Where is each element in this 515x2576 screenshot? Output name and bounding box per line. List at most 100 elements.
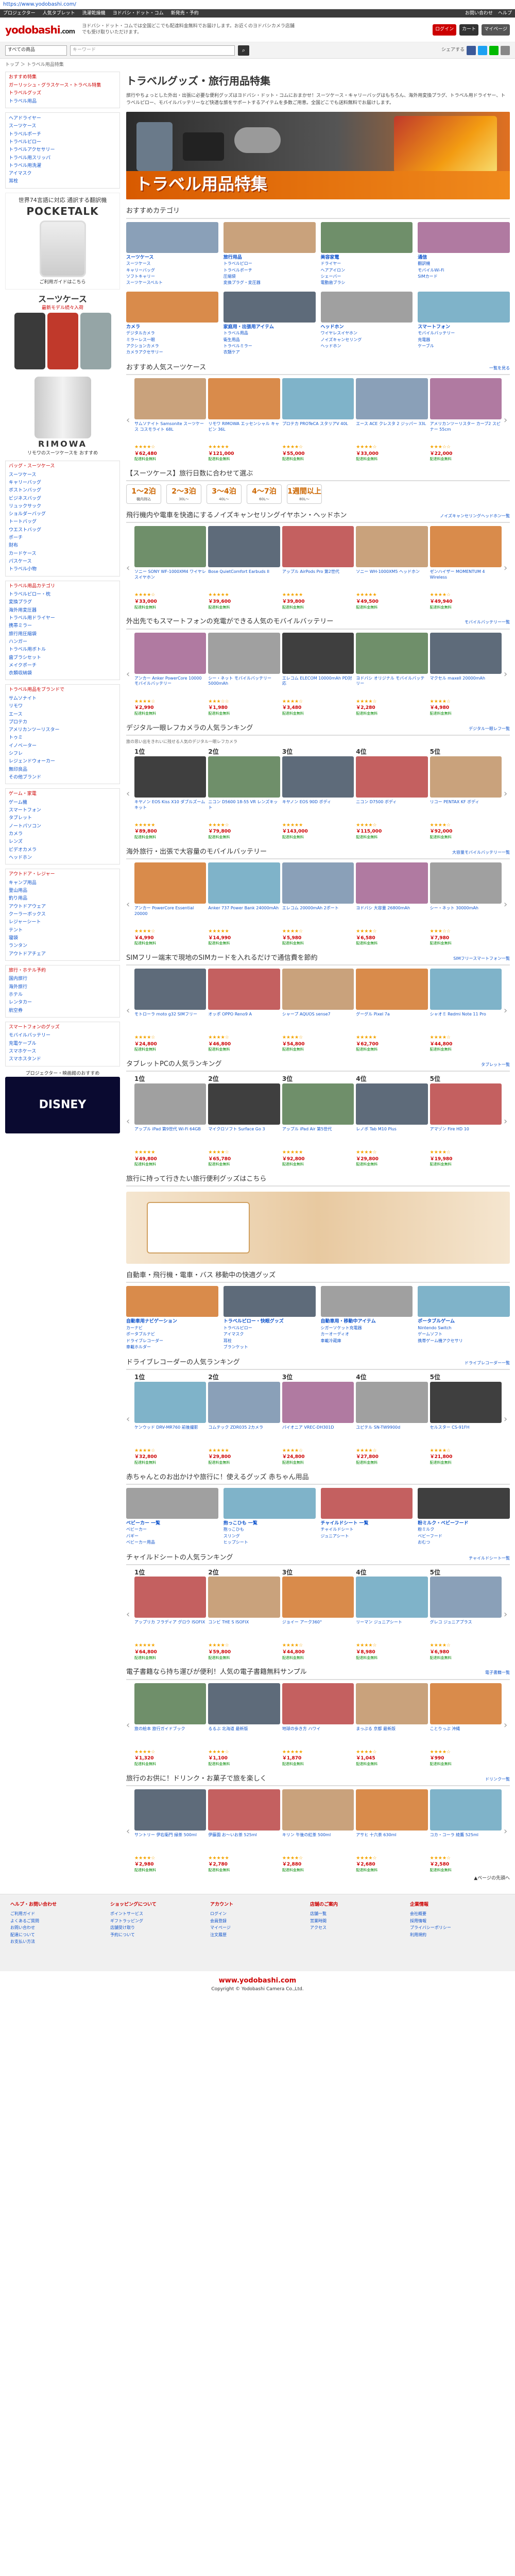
sidebar-link[interactable]: ゲーム機 <box>9 799 116 807</box>
product-name[interactable]: 旅の絵本 旅行ガイドブック <box>134 1726 206 1749</box>
product-name[interactable]: ケンウッド DRV-MR760 前後撮影 <box>134 1425 206 1448</box>
sidebar-link[interactable]: 寝袋 <box>9 935 116 942</box>
disney-ad[interactable]: プロジェクター・映画館のおすすめ DISNEY <box>5 1071 120 1134</box>
sidebar-link[interactable]: キャンプ用品 <box>9 879 116 887</box>
sidebar-link[interactable]: リモワ <box>9 703 116 710</box>
pocketalk-ad[interactable]: 世界74言語に対応 通訳する翻訳機 POCKETALK ご利用ガイドはこちら <box>5 192 120 290</box>
product-name[interactable]: マクセル maxell 20000mAh <box>430 676 502 699</box>
category-link[interactable]: ゲームソフト <box>418 1331 510 1337</box>
sidebar-link[interactable]: 国内旅行 <box>9 975 116 983</box>
category-link[interactable]: 衣類ケア <box>224 349 316 355</box>
product-card[interactable]: 旅の絵本 旅行ガイドブック ★★★★☆ ￥1,320 配達料金無料 <box>134 1683 207 1767</box>
category-link[interactable]: モバイルバッテリー <box>418 330 510 336</box>
category-card[interactable]: トラベルピロー・快眠グッズ トラベルピロー アイマスク 耳栓 ブランケット <box>223 1286 316 1350</box>
sidebar-link[interactable]: トラベル小物 <box>9 566 116 573</box>
sidebar-link[interactable]: 携帯ミラー <box>9 622 116 630</box>
sidebar-link[interactable]: クーラーボックス <box>9 911 116 919</box>
category-link[interactable]: 衛生用品 <box>224 337 316 343</box>
product-name[interactable]: アンカー PowerCore Essential 20000 <box>134 906 206 928</box>
section-more-link[interactable]: チャイルドシート一覧 <box>469 1555 510 1561</box>
sidebar-link[interactable]: アメリカンツーリスター <box>9 726 116 734</box>
category-link[interactable]: 変換プラグ・変圧器 <box>224 280 316 286</box>
footer-link[interactable]: ギフトラッピング <box>110 1918 205 1925</box>
category-link[interactable]: ベビーカー <box>126 1527 218 1533</box>
section-more-link[interactable]: ノイズキャンセリングヘッドホン一覧 <box>440 513 510 519</box>
category-link[interactable]: カメラアクセサリー <box>126 349 218 355</box>
product-card[interactable]: エレコム 20000mAh 2ポート ★★★★☆ ￥5,980 配達料金無料 <box>282 862 354 946</box>
sidebar-link[interactable]: トラベルアクセサリー <box>9 146 116 154</box>
product-name[interactable]: モトローラ moto g32 SIMフリー <box>134 1012 206 1035</box>
product-card[interactable]: 2位 マイクロソフト Surface Go 3 ★★★★☆ ￥65,780 配達料金無料 <box>208 1075 280 1167</box>
product-name[interactable]: サントリー 伊右衛門 緑茶 500ml <box>134 1833 206 1855</box>
sidebar-link[interactable]: 海外旅行 <box>9 984 116 991</box>
nav-item[interactable]: プロジェクター <box>3 10 36 17</box>
sidebar-link[interactable]: モバイルバッテリー <box>9 1032 116 1040</box>
nav-right-item[interactable]: ヘルプ <box>498 10 512 17</box>
sidebar-link[interactable]: ガーリッシュ・グラスケース・トラベル特集 <box>9 82 116 90</box>
day-option[interactable]: 4〜7泊 60L〜 <box>247 484 282 504</box>
product-name[interactable]: セルスター CS-91FH <box>430 1425 502 1448</box>
category-title[interactable]: ヘッドホン <box>321 324 413 331</box>
category-link[interactable]: アイマスク <box>224 1331 316 1337</box>
product-name[interactable]: アップル iPad 第9世代 Wi-Fi 64GB <box>134 1127 206 1149</box>
category-title[interactable]: 自動車用ナビゲーション <box>126 1318 218 1325</box>
prev-arrow[interactable]: ‹ <box>126 1413 132 1426</box>
header-button[interactable]: マイページ <box>482 24 510 36</box>
sidebar-link[interactable]: レジャーシート <box>9 919 116 926</box>
product-name[interactable]: リモワ RIMOWA エッセンシャル キャビン 36L <box>208 421 280 444</box>
category-link[interactable]: 充電器 <box>418 337 510 343</box>
product-name[interactable]: アンカー Anker PowerCore 10000 モバイルバッテリー <box>134 676 206 699</box>
sidebar-link[interactable]: 釣り用品 <box>9 895 116 903</box>
product-card[interactable]: キリン 午後の紅茶 500ml ★★★★☆ ￥2,880 配達料金無料 <box>282 1789 354 1873</box>
product-name[interactable]: アサヒ 十六茶 630ml <box>356 1833 427 1855</box>
product-name[interactable]: シャープ AQUOS sense7 <box>282 1012 354 1035</box>
product-name[interactable]: リコー PENTAX KF ボディ <box>430 800 502 822</box>
category-link[interactable]: 耳栓 <box>224 1338 316 1344</box>
sidebar-link[interactable]: 変換プラグ <box>9 599 116 606</box>
category-card[interactable]: 粉ミルク・ベビーフード 粉ミルク ベビーフード おむつ <box>418 1487 510 1546</box>
product-name[interactable]: 伊藤園 お〜いお茶 525ml <box>208 1833 280 1855</box>
category-link[interactable]: 電動歯ブラシ <box>321 280 413 286</box>
product-card[interactable]: ゼンハイザー MOMENTUM 4 Wireless ★★★★☆ ￥49,940 配達… <box>430 526 502 610</box>
category-link[interactable]: ヘッドホン <box>321 343 413 349</box>
sidebar-link[interactable]: トラベル用ドライヤー <box>9 615 116 622</box>
footer-link[interactable]: 店舗受け取り <box>110 1924 205 1931</box>
section-more-link[interactable]: ドライブレコーダー一覧 <box>465 1360 510 1366</box>
sidebar-link[interactable]: 耳栓 <box>9 178 116 185</box>
product-name[interactable]: キリン 午後の紅茶 500ml <box>282 1833 354 1855</box>
product-name[interactable]: シー・ネット 30000mAh <box>430 906 502 928</box>
category-link[interactable]: 翻訳機 <box>418 261 510 267</box>
product-card[interactable]: 2位 コンビ THE S ISOFIX ★★★★☆ ￥59,800 配達料金無料 <box>208 1568 280 1661</box>
line-icon[interactable] <box>489 45 499 55</box>
prev-arrow[interactable]: ‹ <box>126 562 132 574</box>
product-card[interactable]: 1位 ケンウッド DRV-MR760 前後撮影 ★★★★☆ ￥32,800 配達料金無料 <box>134 1373 207 1466</box>
section-more-link[interactable]: ドリンク一覧 <box>485 1776 510 1782</box>
category-card[interactable]: 自動車用・移動中アイテム シガーソケット充電器 カーオーディオ 車載冷蔵庫 <box>320 1286 413 1350</box>
category-link[interactable]: トラベルピロー <box>224 1325 316 1331</box>
section-more-link[interactable]: SIMフリースマートフォン一覧 <box>453 956 510 961</box>
product-card[interactable]: オッポ OPPO Reno9 A ★★★★☆ ￥46,800 配達料金無料 <box>208 969 280 1053</box>
travel-goods-banner[interactable] <box>126 1192 510 1264</box>
product-name[interactable]: パイオニア VREC-DH301D <box>282 1425 354 1448</box>
product-card[interactable]: 3位 パイオニア VREC-DH301D ★★★★☆ ￥24,800 配達料金無料 <box>282 1373 354 1466</box>
sidebar-link[interactable]: トラベルピロー・枕 <box>9 591 116 599</box>
next-arrow[interactable]: › <box>504 898 510 911</box>
sidebar-link[interactable]: ボストンバッグ <box>9 487 116 495</box>
footer-link[interactable]: ご利用ガイド <box>10 1910 105 1918</box>
sidebar-link[interactable]: メイクポーチ <box>9 662 116 670</box>
category-link[interactable]: シガーソケット充電器 <box>321 1325 413 1331</box>
category-link[interactable]: ノイズキャンセリング <box>321 337 413 343</box>
twitter-icon[interactable] <box>478 45 487 55</box>
section-more-link[interactable]: デジタル一眼レフ一覧 <box>469 726 510 732</box>
sidebar-link[interactable]: レンタカー <box>9 999 116 1007</box>
category-link[interactable]: カーナビ <box>126 1325 218 1331</box>
product-card[interactable]: ことりっぷ 沖縄 ★★★★☆ ￥990 配達料金無料 <box>430 1683 502 1767</box>
sidebar-link[interactable]: トラベル用ボトル <box>9 646 116 654</box>
product-name[interactable]: シー・ネット モバイルバッテリー 5000mAh <box>208 676 280 699</box>
product-name[interactable]: 地球の歩き方 ハワイ <box>282 1726 354 1749</box>
prev-arrow[interactable]: ‹ <box>126 1004 132 1017</box>
product-name[interactable]: エレコム 20000mAh 2ポート <box>282 906 354 928</box>
sidebar-link[interactable]: タブレット <box>9 815 116 822</box>
product-name[interactable]: プロテカ PROTeCA スタリアV 40L <box>282 421 354 444</box>
product-name[interactable]: アマゾン Fire HD 10 <box>430 1127 502 1149</box>
